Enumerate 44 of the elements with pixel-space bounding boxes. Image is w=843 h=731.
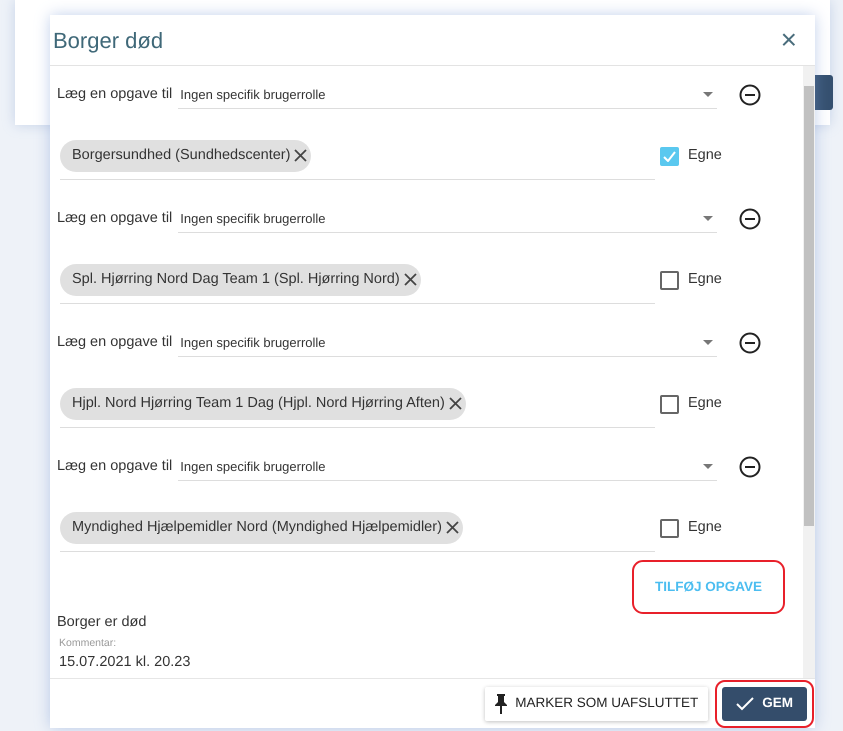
caret-icon	[703, 340, 714, 345]
remove-icon[interactable]	[294, 149, 308, 162]
checkbox-label: Egne	[688, 518, 722, 538]
comment-value: 15.07.2021 kl. 20.23	[59, 652, 192, 672]
role-select[interactable]: Ingen specifik brugerrolle	[178, 329, 718, 357]
remove-icon[interactable]	[739, 84, 762, 106]
remove-icon[interactable]	[448, 397, 462, 410]
checkbox-label: Egne	[688, 270, 722, 290]
pin-icon	[495, 694, 508, 714]
checkbox-label: Egne	[688, 394, 722, 414]
mark-unfinished-button[interactable]: MARKER SOM UAFSLUTTET	[485, 686, 708, 720]
check-icon	[736, 696, 754, 710]
caret-icon	[703, 92, 714, 97]
checkbox[interactable]	[660, 270, 679, 290]
remove-icon[interactable]	[739, 332, 762, 354]
event-title: Borger er død	[57, 613, 148, 632]
field-label: Læg en opgave til	[57, 457, 172, 476]
role-select[interactable]: Ingen specifik brugerrolle	[178, 81, 718, 109]
checkbox[interactable]	[660, 146, 679, 166]
background-button[interactable]	[813, 75, 833, 110]
recipient-chip[interactable]: Borgersundhed (Sundhedscenter)	[60, 140, 312, 172]
recipient-chip[interactable]: Myndighed Hjælpemidler Nord (Myndighed Hjælpemidler)	[60, 512, 463, 544]
save-button[interactable]: GEM	[722, 686, 807, 720]
role-select[interactable]: Ingen specifik brugerrolle	[178, 453, 718, 481]
checkbox[interactable]	[660, 394, 679, 414]
remove-icon[interactable]	[404, 273, 417, 286]
recipient-chip[interactable]: Spl. Hjørring Nord Dag Team 1 (Spl. Hjørring Nord)	[60, 264, 421, 296]
field-label: Læg en opgave til	[57, 209, 172, 228]
remove-icon[interactable]	[739, 208, 762, 230]
checkbox[interactable]	[660, 518, 679, 538]
comment-label: Kommentar:	[59, 636, 118, 651]
caret-icon	[703, 464, 714, 469]
role-select[interactable]: Ingen specifik brugerrolle	[178, 205, 718, 233]
recipient-chip[interactable]: Hjpl. Nord Hjørring Team 1 Dag (Hjpl. Nord Hjørring Aften)	[60, 388, 466, 420]
field-label: Læg en opgave til	[57, 85, 172, 104]
scrollbar-thumb[interactable]	[804, 86, 814, 526]
dialog-title: Borger død	[53, 26, 164, 55]
remove-icon[interactable]	[739, 456, 762, 478]
field-label: Læg en opgave til	[57, 333, 172, 352]
checkbox-label: Egne	[688, 146, 722, 166]
close-button[interactable]: ×	[778, 26, 799, 54]
scrollbar[interactable]	[803, 66, 815, 678]
remove-icon[interactable]	[446, 521, 459, 534]
caret-icon	[703, 216, 714, 221]
